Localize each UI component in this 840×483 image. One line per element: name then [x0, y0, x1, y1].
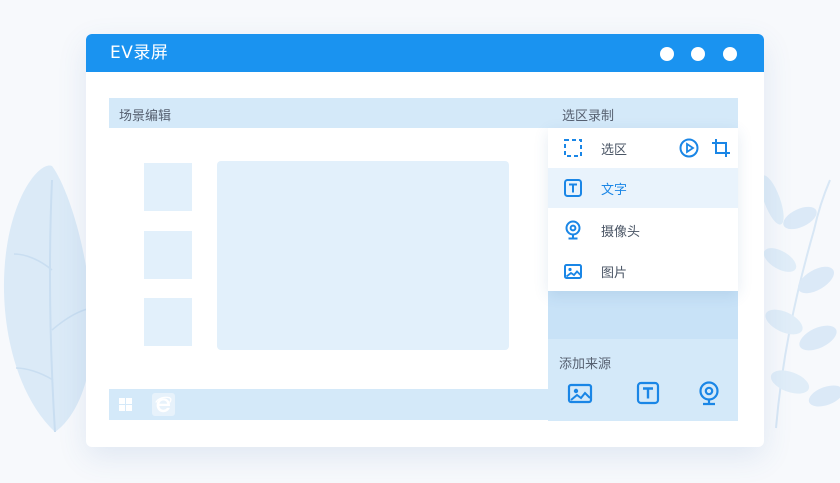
- scene-editor-header: 场景编辑: [109, 98, 549, 128]
- image-icon: [567, 383, 593, 404]
- webcam-icon: [565, 220, 581, 240]
- add-source-panel: 添加来源: [548, 339, 738, 421]
- add-text-source-button[interactable]: [634, 379, 662, 407]
- source-menu: 选区 文字 摄像头 图片: [548, 128, 738, 291]
- scene-footer-bar: [109, 389, 549, 420]
- leaf-decoration-left: [3, 165, 93, 433]
- window-dot-2[interactable]: [691, 47, 705, 61]
- scene-thumbnail[interactable]: [144, 231, 192, 279]
- leaf-decoration-right: [760, 175, 840, 429]
- menu-item-text[interactable]: 文字: [548, 168, 738, 208]
- title-bar: EV录屏: [86, 34, 764, 72]
- image-icon: [564, 264, 582, 279]
- menu-item-label: 文字: [601, 183, 628, 198]
- menu-item-label: 图片: [601, 266, 628, 281]
- play-icon[interactable]: [678, 137, 700, 159]
- region-select-icon: [564, 139, 582, 157]
- sidebar-panel: [548, 291, 738, 339]
- menu-item-label: 摄像头: [601, 225, 641, 240]
- region-record-header: 选区录制: [548, 98, 738, 128]
- menu-item-label: 选区: [601, 143, 628, 158]
- window-dot-1[interactable]: [660, 47, 674, 61]
- add-image-source-button[interactable]: [566, 379, 594, 407]
- text-icon: [564, 179, 582, 197]
- app-title: EV录屏: [110, 43, 169, 63]
- scene-thumbnail[interactable]: [144, 163, 192, 211]
- crop-icon[interactable]: [710, 137, 732, 159]
- text-icon: [636, 381, 660, 405]
- webcam-icon: [699, 381, 719, 406]
- scene-preview: [217, 161, 509, 350]
- ie-browser-icon[interactable]: [152, 393, 175, 416]
- add-source-title: 添加来源: [559, 357, 612, 372]
- add-webcam-source-button[interactable]: [695, 379, 723, 407]
- menu-item-webcam[interactable]: 摄像头: [548, 210, 738, 250]
- region-record-title: 选区录制: [562, 109, 615, 124]
- menu-item-image[interactable]: 图片: [548, 251, 738, 291]
- scene-editor-title: 场景编辑: [119, 109, 172, 124]
- menu-item-region[interactable]: 选区: [548, 128, 738, 168]
- window-dot-3[interactable]: [723, 47, 737, 61]
- windows-icon[interactable]: [114, 393, 137, 416]
- scene-thumbnail[interactable]: [144, 298, 192, 346]
